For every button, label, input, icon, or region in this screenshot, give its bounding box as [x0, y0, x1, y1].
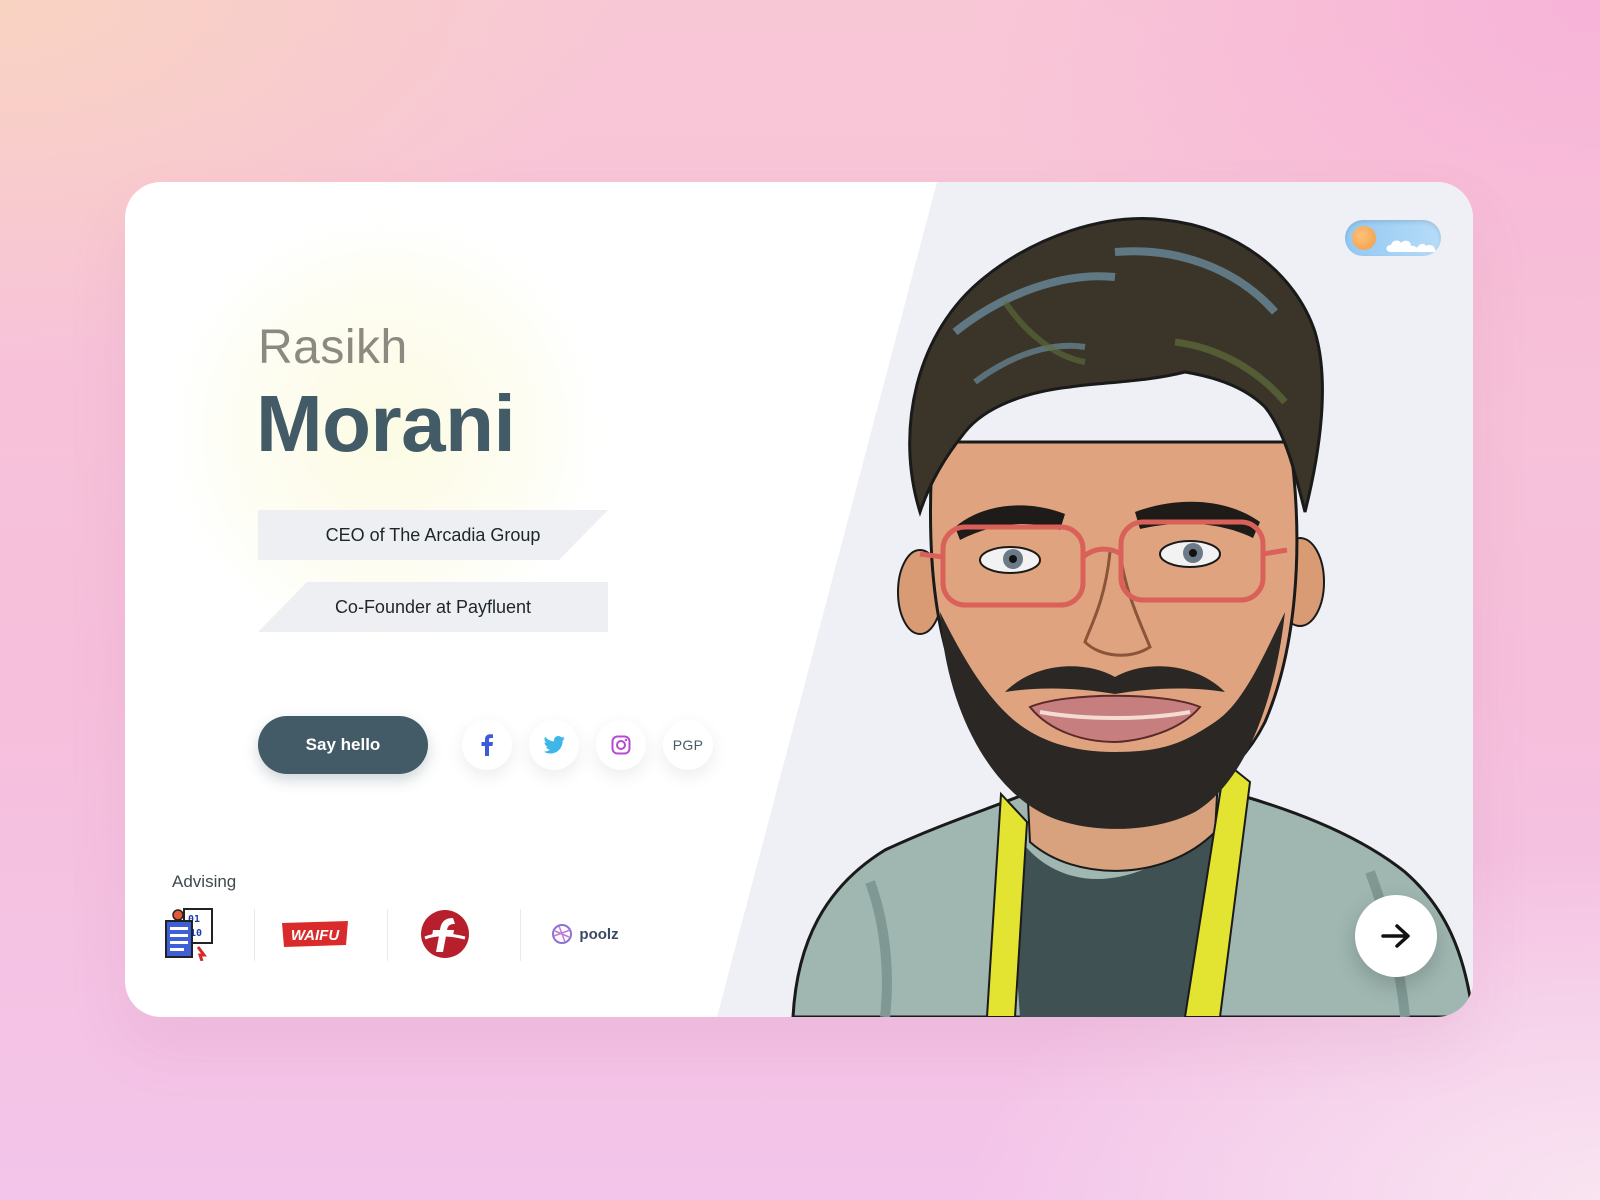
instagram-button[interactable] [596, 720, 646, 770]
next-button[interactable] [1355, 895, 1437, 977]
profile-card: Rasikh Morani CEO of The Arcadia Group C… [125, 182, 1473, 1017]
sun-icon [1352, 226, 1376, 250]
instagram-icon [611, 735, 631, 755]
logo-divider [387, 909, 388, 961]
facebook-button[interactable] [462, 720, 512, 770]
arrow-right-icon [1381, 924, 1410, 948]
pgp-button[interactable]: PGP [663, 720, 713, 770]
binary-doc-logo[interactable]: 01 10 [155, 904, 225, 964]
poolz-logo-text: poolz [579, 925, 619, 943]
pgp-label: PGP [672, 737, 704, 753]
logo-divider [520, 909, 521, 961]
say-hello-button[interactable]: Say hello [258, 716, 428, 774]
theme-toggle[interactable] [1345, 220, 1441, 256]
cloud-icon [1386, 240, 1439, 252]
advising-label: Advising [172, 872, 237, 891]
poolz-globe-icon [552, 924, 573, 944]
role-ceo: CEO of The Arcadia Group [258, 510, 608, 560]
twitter-button[interactable] [529, 720, 579, 770]
f-circle-icon [421, 910, 469, 958]
f-logo[interactable] [415, 904, 475, 964]
binary-document-icon: 01 10 [165, 908, 213, 961]
role-cofounder: Co-Founder at Payfluent [258, 582, 608, 632]
logo-divider [254, 909, 255, 961]
facebook-icon [481, 734, 493, 756]
waifu-logo[interactable]: WAIFU [275, 904, 355, 964]
waifu-badge: WAIFU [282, 921, 348, 947]
twitter-icon [543, 736, 565, 754]
waifu-logo-text: WAIFU [291, 927, 340, 944]
poolz-logo[interactable]: poolz [540, 904, 630, 964]
last-name: Morani [256, 379, 516, 468]
first-name: Rasikh [258, 321, 408, 374]
